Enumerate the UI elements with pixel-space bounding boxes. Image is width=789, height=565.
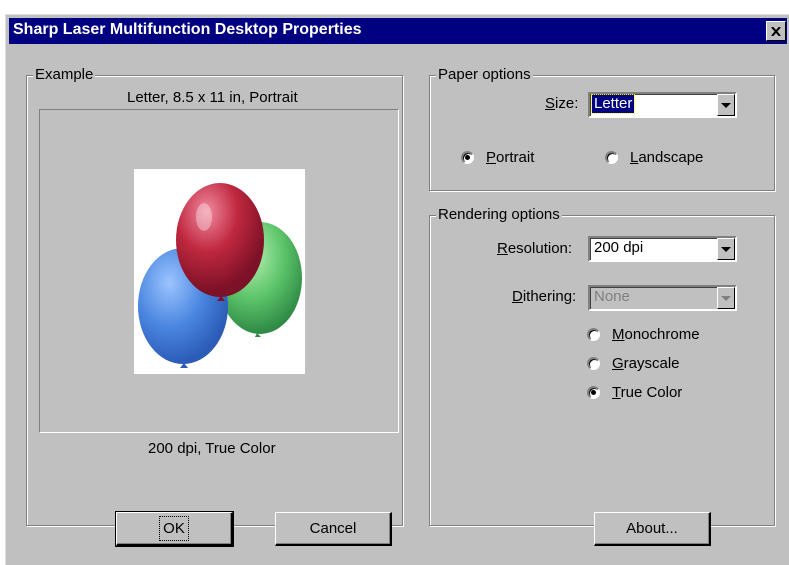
cancel-label: Cancel: [309, 520, 357, 537]
properties-dialog: Sharp Laser Multifunction Desktop Proper…: [5, 14, 789, 565]
radio-icon: [587, 328, 600, 341]
size-value: Letter: [590, 94, 636, 114]
chevron-down-icon: [721, 295, 731, 301]
example-legend: Example: [33, 66, 96, 84]
grayscale-radio[interactable]: Grayscale: [587, 355, 680, 372]
rendering-options-legend: Rendering options: [436, 206, 562, 224]
radio-checked-icon: [587, 386, 600, 399]
dithering-dropdown-button[interactable]: [717, 287, 735, 309]
landscape-radio[interactable]: Landscape: [605, 149, 703, 166]
render-caption: 200 dpi, True Color: [148, 440, 276, 457]
grayscale-label: Grayscale: [612, 355, 680, 372]
resolution-value: 200 dpi: [594, 239, 644, 256]
size-label: Size:: [545, 95, 579, 112]
radio-checked-icon: [461, 151, 474, 164]
dithering-select[interactable]: None: [588, 285, 737, 311]
about-label: About...: [626, 520, 678, 537]
chevron-down-icon: [721, 246, 731, 252]
dithering-value: None: [594, 288, 630, 305]
window-title: Sharp Laser Multifunction Desktop Proper…: [13, 21, 362, 38]
landscape-label: Landscape: [630, 149, 704, 166]
monochrome-label: Monochrome: [612, 326, 700, 343]
resolution-label: Resolution:: [497, 240, 573, 257]
portrait-radio[interactable]: Portrait: [461, 149, 534, 166]
true-color-radio[interactable]: True Color: [587, 384, 682, 401]
portrait-label: Portrait: [486, 149, 535, 166]
true-color-label: True Color: [612, 384, 683, 401]
paper-caption: Letter, 8.5 x 11 in, Portrait: [127, 89, 298, 106]
resolution-dropdown-button[interactable]: [717, 238, 735, 260]
chevron-down-icon: [721, 102, 731, 108]
cancel-button[interactable]: Cancel: [275, 512, 392, 546]
ok-label: OK: [159, 516, 189, 541]
close-icon: [771, 26, 781, 36]
dithering-label: Dithering:: [512, 288, 577, 305]
radio-icon: [605, 151, 618, 164]
paper-options-legend: Paper options: [436, 66, 533, 84]
balloons-image: [134, 169, 305, 374]
radio-icon: [587, 357, 600, 370]
about-button[interactable]: About...: [594, 512, 711, 546]
size-select[interactable]: Letter: [588, 92, 737, 118]
size-dropdown-button[interactable]: [717, 94, 735, 116]
ok-button[interactable]: OK: [115, 511, 234, 547]
close-button[interactable]: [766, 21, 786, 41]
title-bar: Sharp Laser Multifunction Desktop Proper…: [9, 18, 787, 44]
resolution-select[interactable]: 200 dpi: [588, 236, 737, 262]
monochrome-radio[interactable]: Monochrome: [587, 326, 700, 343]
